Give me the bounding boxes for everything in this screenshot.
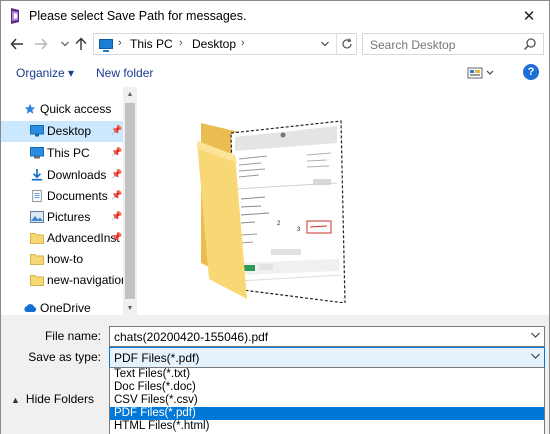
pictures-icon — [30, 211, 44, 223]
arrow-up-icon — [75, 37, 87, 50]
save-as-type-select[interactable]: PDF Files(*.pdf) — [109, 347, 545, 368]
arrow-right-icon — [35, 38, 48, 50]
pin-icon[interactable]: 📌 — [111, 147, 122, 158]
organize-button[interactable]: Organize ▾ — [16, 66, 74, 80]
nav-item-new-navigation[interactable]: new-navigation- — [1, 270, 132, 291]
type-option-csv[interactable]: CSV Files(*.csv) — [110, 394, 544, 407]
pc-icon — [99, 39, 113, 52]
type-option-html[interactable]: HTML Files(*.html) — [110, 420, 544, 433]
nav-label: OneDrive — [40, 301, 91, 315]
refresh-button[interactable] — [336, 34, 356, 54]
folder-icon — [30, 233, 44, 244]
pc-icon — [30, 147, 44, 159]
type-option-txt[interactable]: Text Files(*.txt) — [110, 368, 544, 381]
scroll-down-arrow-icon[interactable]: ▼ — [123, 301, 137, 315]
nav-label: Desktop — [47, 124, 92, 138]
breadcrumb-separator[interactable]: › — [118, 37, 122, 49]
nav-label: This PC — [47, 146, 90, 160]
cloud-icon — [24, 304, 37, 312]
scrollbar-thumb[interactable] — [125, 103, 135, 299]
type-option-pdf[interactable]: PDF Files(*.pdf) — [110, 407, 544, 420]
save-dialog: Please select Save Path for messages. ✕ … — [0, 0, 550, 434]
save-as-type-label: Save as type: — [28, 350, 101, 364]
folder-preview-icon[interactable]: 2 3 — [195, 103, 355, 303]
nav-label: Quick access — [40, 102, 112, 116]
file-name-field[interactable]: chats(20200420-155046).pdf — [109, 326, 545, 347]
nav-scrollbar[interactable]: ▲ ▼ — [123, 87, 137, 315]
nav-item-desktop[interactable]: Desktop 📌 — [1, 121, 123, 142]
nav-item-documents[interactable]: Documents 📌 — [1, 186, 123, 207]
pin-icon[interactable]: 📌 — [111, 169, 122, 180]
nav-item-onedrive[interactable]: OneDrive — [1, 298, 123, 315]
arrow-left-icon — [10, 38, 23, 50]
breadcrumb-separator[interactable]: › — [179, 37, 183, 49]
file-name-label: File name: — [44, 329, 101, 343]
title-bar: Please select Save Path for messages. ✕ — [1, 1, 549, 31]
nav-label: AdvancedInst — [47, 231, 120, 245]
nav-item-how-to[interactable]: how-to — [1, 249, 123, 270]
save-as-type-value[interactable]: PDF Files(*.pdf) — [114, 351, 199, 365]
desktop-icon — [30, 125, 44, 137]
search-icon[interactable] — [523, 37, 537, 51]
close-button[interactable]: ✕ — [509, 1, 549, 31]
pin-icon[interactable]: 📌 — [111, 232, 122, 243]
chevron-down-icon — [61, 41, 69, 47]
nav-label: new-navigation- — [47, 273, 132, 287]
search-input[interactable]: Search Desktop — [370, 38, 455, 52]
folder-icon — [30, 275, 44, 286]
file-name-input[interactable]: chats(20200420-155046).pdf — [114, 330, 268, 344]
nav-item-advancedinst[interactable]: AdvancedInst 📌 — [1, 228, 123, 249]
forward-button[interactable] — [31, 34, 51, 54]
chevron-down-icon — [321, 41, 329, 47]
nav-item-pictures[interactable]: Pictures 📌 — [1, 207, 123, 228]
type-option-doc[interactable]: Doc Files(*.doc) — [110, 381, 544, 394]
refresh-icon — [341, 38, 352, 49]
star-icon — [24, 103, 36, 114]
nav-label: Pictures — [47, 210, 91, 224]
chevron-down-icon[interactable] — [531, 353, 540, 359]
nav-item-quick-access[interactable]: Quick access — [1, 99, 123, 120]
address-bar[interactable]: › This PC › Desktop › — [93, 33, 357, 55]
hide-folders-label: Hide Folders — [25, 392, 94, 406]
pin-icon[interactable]: 📌 — [111, 211, 122, 222]
nav-label: Documents — [47, 189, 108, 203]
nav-item-this-pc[interactable]: This PC 📌 — [1, 143, 123, 164]
app-icon — [11, 8, 19, 24]
up-button[interactable] — [71, 34, 91, 54]
view-options-icon[interactable] — [467, 66, 495, 80]
documents-icon — [32, 190, 42, 202]
file-list-area[interactable]: 2 3 — [138, 87, 548, 315]
chevron-up-icon: ▲ — [11, 395, 20, 405]
breadcrumb-separator[interactable]: › — [241, 37, 245, 49]
back-button[interactable] — [7, 34, 27, 54]
help-button[interactable]: ? — [523, 64, 539, 80]
new-folder-button[interactable]: New folder — [96, 66, 153, 80]
address-row: › This PC › Desktop › Search Desktop — [1, 31, 549, 57]
chevron-down-icon[interactable] — [531, 332, 540, 338]
scroll-up-arrow-icon[interactable]: ▲ — [123, 87, 137, 101]
search-box[interactable]: Search Desktop — [362, 33, 544, 55]
pin-icon[interactable]: 📌 — [111, 125, 122, 136]
save-as-type-dropdown-list[interactable]: Text Files(*.txt) Doc Files(*.doc) CSV F… — [109, 367, 545, 434]
nav-label: Downloads — [47, 168, 107, 182]
toolbar: Organize ▾ New folder ? — [1, 57, 549, 87]
window-title: Please select Save Path for messages. — [29, 9, 247, 23]
close-icon: ✕ — [522, 8, 536, 25]
nav-item-downloads[interactable]: Downloads 📌 — [1, 165, 123, 186]
download-icon — [31, 169, 43, 181]
hide-folders-button[interactable]: ▲ Hide Folders — [11, 392, 94, 406]
address-dropdown-button[interactable] — [316, 34, 334, 54]
pin-icon[interactable]: 📌 — [111, 190, 122, 201]
folder-icon — [30, 254, 44, 265]
breadcrumb-this-pc[interactable]: This PC — [130, 37, 173, 51]
breadcrumb-desktop[interactable]: Desktop — [192, 37, 236, 51]
nav-label: how-to — [47, 252, 84, 266]
navigation-pane: Quick access Desktop 📌 This PC 📌 Downloa… — [1, 87, 137, 315]
